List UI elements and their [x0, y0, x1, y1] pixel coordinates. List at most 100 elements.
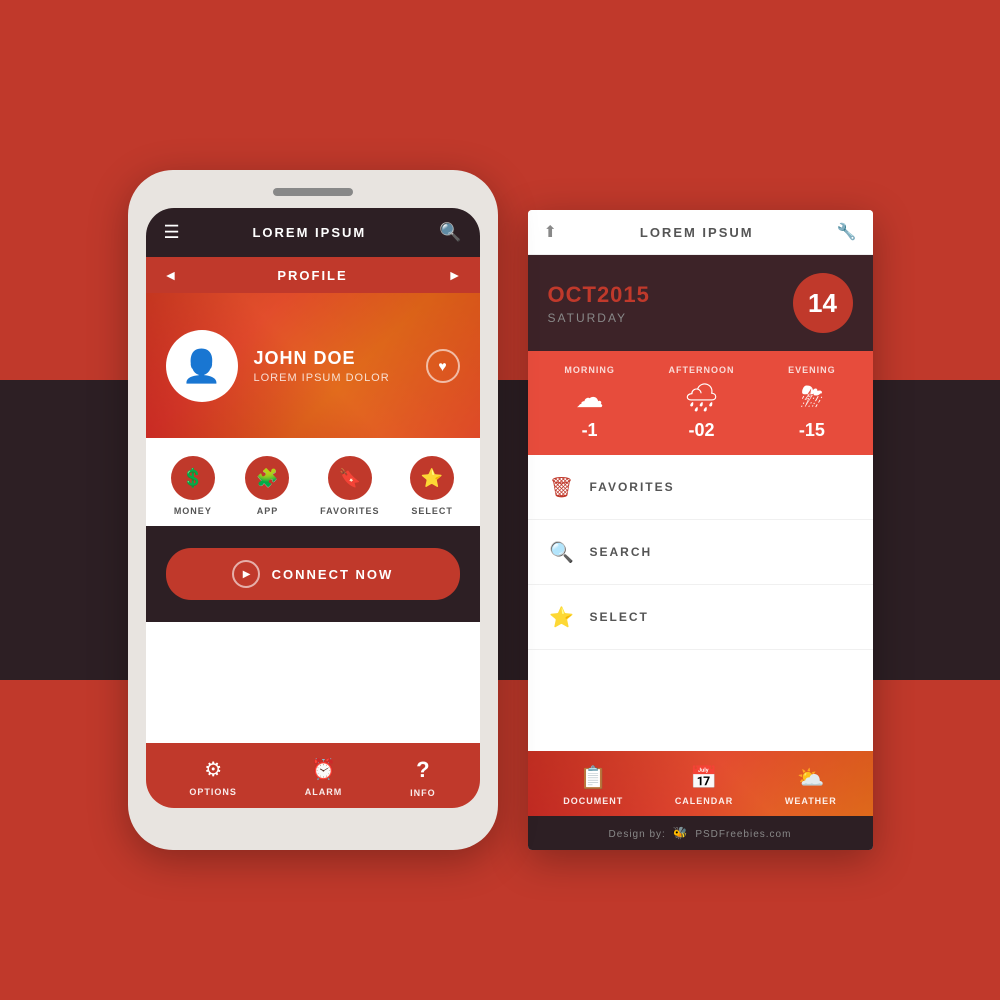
nav-info-label: INFO — [410, 788, 436, 798]
action-money[interactable]: 💲 MONEY — [171, 456, 215, 516]
action-select-label: SELECT — [411, 506, 453, 516]
tab-calendar-label: CALENDAR — [675, 796, 734, 806]
month-year: OCT2015 — [548, 282, 650, 308]
p2-menu: 🗑 FAVORITES 🔍 SEARCH ⭐ SELECT — [528, 455, 873, 650]
money-icon: 💲 — [182, 468, 204, 489]
p2-date-section: OCT2015 SATURDAY 14 — [528, 255, 873, 351]
footer-text: Design by: 🐝 PSDFreebies.com — [609, 826, 792, 840]
left-arrow-icon[interactable]: ◄ — [164, 267, 178, 283]
action-money-label: MONEY — [174, 506, 212, 516]
p2-weather-section: MORNING ☁ -1 AFTERNOON 🌧 -02 EVENING ⛈ -… — [528, 351, 873, 455]
rain-icon: 🌧 — [684, 381, 720, 414]
action-select[interactable]: ⭐ SELECT — [410, 456, 454, 516]
puzzle-icon: 🧩 — [256, 468, 278, 489]
phone-notch — [273, 188, 353, 196]
action-app-label: APP — [257, 506, 279, 516]
afternoon-label: AFTERNOON — [668, 365, 734, 375]
nav-alarm-label: ALARM — [305, 787, 343, 797]
nav-options-label: OPTIONS — [189, 787, 237, 797]
phone2: ⬆ LOREM IPSUM 🔧 OCT2015 SATURDAY 14 MORN… — [528, 210, 873, 850]
favorites-icon-circle: 🔖 — [328, 456, 372, 500]
quick-actions: 💲 MONEY 🧩 APP 🔖 FAVORITES — [146, 438, 480, 526]
right-arrow-icon[interactable]: ► — [448, 267, 462, 283]
weather-evening: EVENING ⛈ -15 — [788, 365, 836, 441]
menu-favorites-label: FAVORITES — [590, 480, 675, 494]
alarm-icon: ⏰ — [311, 757, 336, 782]
play-icon: ▶ — [243, 569, 251, 580]
profile-subtitle: LOREM IPSUM DOLOR — [254, 372, 426, 384]
menu-select[interactable]: ⭐ SELECT — [528, 585, 873, 650]
phone1-header-title: LOREM IPSUM — [252, 225, 366, 240]
phone1: ☰ LOREM IPSUM 🔍 ◄ PROFILE ► 👤 JOHN DOE L… — [128, 170, 498, 850]
afternoon-temp: -02 — [688, 420, 714, 441]
info-icon: ? — [416, 757, 429, 783]
heart-icon: ♥ — [438, 358, 446, 374]
nav-options[interactable]: ⚙ OPTIONS — [189, 757, 237, 798]
action-favorites[interactable]: 🔖 FAVORITES — [320, 456, 379, 516]
day-name: SATURDAY — [548, 311, 650, 325]
tab-document[interactable]: 📋 DOCUMENT — [563, 765, 623, 806]
play-icon-circle: ▶ — [232, 560, 260, 588]
action-favorites-label: FAVORITES — [320, 506, 379, 516]
heart-button[interactable]: ♥ — [426, 349, 460, 383]
connect-now-label: CONNECT NOW — [272, 567, 394, 582]
tab-document-label: DOCUMENT — [563, 796, 623, 806]
storm-icon: ⛈ — [801, 381, 823, 414]
date-info: OCT2015 SATURDAY — [548, 282, 650, 325]
menu-select-label: SELECT — [590, 610, 649, 624]
weather-tab-icon: ⛅ — [797, 765, 824, 791]
p2-footer: Design by: 🐝 PSDFreebies.com — [528, 816, 873, 850]
star-icon-box: ⭐ — [544, 599, 580, 635]
select-icon-circle: ⭐ — [410, 456, 454, 500]
phone1-bottom-nav: ⚙ OPTIONS ⏰ ALARM ? INFO — [146, 743, 480, 808]
weather-morning: MORNING ☁ -1 — [564, 365, 615, 441]
cloud-icon: ☁ — [576, 381, 604, 414]
nav-info[interactable]: ? INFO — [410, 757, 436, 798]
evening-label: EVENING — [788, 365, 836, 375]
morning-label: MORNING — [564, 365, 615, 375]
search-icon: 🔍 — [549, 540, 574, 565]
evening-temp: -15 — [799, 420, 825, 441]
menu-search[interactable]: 🔍 SEARCH — [528, 520, 873, 585]
money-icon-circle: 💲 — [171, 456, 215, 500]
action-app[interactable]: 🧩 APP — [245, 456, 289, 516]
day-number: 14 — [793, 273, 853, 333]
settings-icon: ⚙ — [204, 757, 222, 782]
profile-info: JOHN DOE LOREM IPSUM DOLOR — [254, 348, 426, 384]
tab-weather[interactable]: ⛅ WEATHER — [785, 765, 837, 806]
nav-alarm[interactable]: ⏰ ALARM — [305, 757, 343, 798]
footer-site: PSDFreebies.com — [695, 829, 791, 840]
profile-banner: 👤 JOHN DOE LOREM IPSUM DOLOR ♥ — [146, 293, 480, 438]
tab-calendar[interactable]: 📅 CALENDAR — [675, 765, 734, 806]
p2-header-title: LOREM IPSUM — [640, 225, 754, 240]
star-icon: ⭐ — [421, 468, 443, 489]
avatar: 👤 — [166, 330, 238, 402]
profile-nav: ◄ PROFILE ► — [146, 257, 480, 293]
trash-icon: 🗑 — [549, 475, 574, 500]
p2-bottom-tabs: 📋 DOCUMENT 📅 CALENDAR ⛅ WEATHER — [528, 751, 873, 816]
profile-nav-label: PROFILE — [277, 268, 347, 283]
phone1-screen: ☰ LOREM IPSUM 🔍 ◄ PROFILE ► 👤 JOHN DOE L… — [146, 208, 480, 808]
menu-favorites[interactable]: 🗑 FAVORITES — [528, 455, 873, 520]
app-icon-circle: 🧩 — [245, 456, 289, 500]
person-icon: 👤 — [182, 347, 222, 385]
menu-search-label: SEARCH — [590, 545, 653, 559]
bookmark-icon: 🔖 — [339, 468, 361, 489]
morning-temp: -1 — [582, 420, 598, 441]
menu-icon[interactable]: ☰ — [164, 222, 180, 243]
document-icon: 📋 — [580, 765, 607, 791]
star-menu-icon: ⭐ — [549, 605, 574, 630]
bee-icon: 🐝 — [673, 826, 689, 840]
connect-section: ▶ CONNECT NOW — [146, 526, 480, 622]
connect-now-button[interactable]: ▶ CONNECT NOW — [166, 548, 460, 600]
calendar-icon: 📅 — [690, 765, 717, 791]
share-icon[interactable]: ⬆ — [544, 222, 557, 242]
trash-icon-box: 🗑 — [544, 469, 580, 505]
search-icon[interactable]: 🔍 — [439, 222, 461, 243]
phone1-header: ☰ LOREM IPSUM 🔍 — [146, 208, 480, 257]
wrench-icon[interactable]: 🔧 — [837, 222, 857, 242]
profile-name: JOHN DOE — [254, 348, 426, 369]
weather-afternoon: AFTERNOON 🌧 -02 — [668, 365, 734, 441]
phones-container: ☰ LOREM IPSUM 🔍 ◄ PROFILE ► 👤 JOHN DOE L… — [128, 170, 873, 850]
footer-design-by: Design by: — [609, 829, 666, 840]
